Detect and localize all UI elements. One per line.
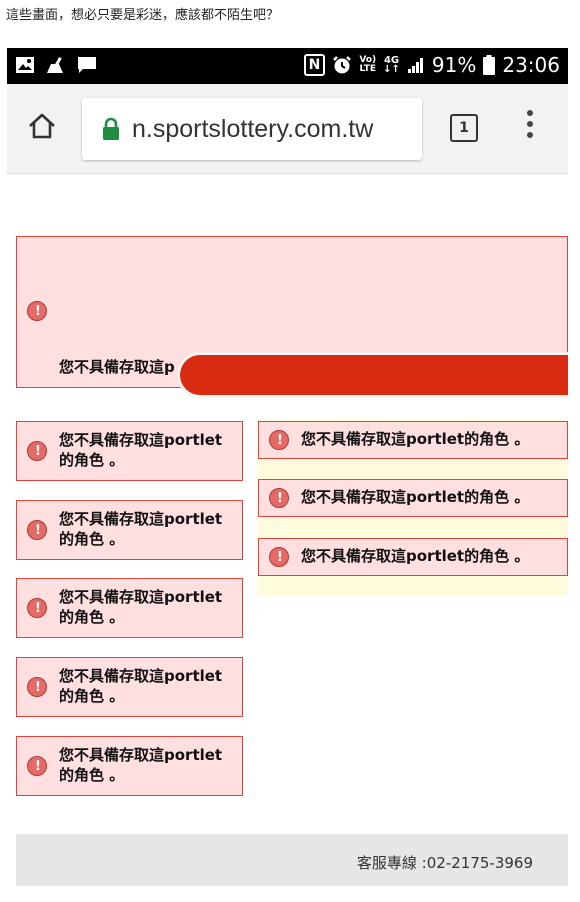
error-message: 您不具備存取這p <box>59 358 175 376</box>
error-message: 您不具備存取這portlet的角色 。 <box>59 588 223 626</box>
error-box-left-5: 您不具備存取這portlet的角色 。 <box>16 736 243 796</box>
gallery-icon <box>16 57 34 73</box>
error-box-right-2: 您不具備存取這portlet的角色 。 <box>258 479 568 517</box>
url-text: n.sportslottery.com.tw <box>132 114 374 143</box>
battery-icon <box>483 55 496 75</box>
error-message: 您不具備存取這portlet的角色 。 <box>301 547 530 565</box>
error-box-right-3: 您不具備存取這portlet的角色 。 <box>258 538 568 576</box>
overflow-menu-icon[interactable] <box>527 110 533 143</box>
page-footer: 客服專線 :02-2175-3969 <box>16 834 568 886</box>
address-bar[interactable]: n.sportslottery.com.tw <box>82 98 422 160</box>
error-icon <box>269 430 290 451</box>
error-message: 您不具備存取這portlet的角色 。 <box>59 431 223 469</box>
broom-icon <box>47 57 63 73</box>
error-icon <box>27 677 48 698</box>
network-indicator: 4G ↓↑ <box>383 55 400 75</box>
nfc-icon: N <box>303 54 326 76</box>
red-banner <box>180 355 568 395</box>
alarm-icon <box>333 56 352 74</box>
volte-indicator: Vo) LTE <box>359 55 377 74</box>
error-message: 您不具備存取這portlet的角色 。 <box>59 746 223 784</box>
post-caption: 這些畫面，想必只要是彩迷，應該都不陌生吧？ <box>6 8 280 23</box>
lock-icon <box>103 117 119 140</box>
error-message: 您不具備存取這portlet的角色 。 <box>59 510 223 548</box>
browser-toolbar: n.sportslottery.com.tw 1 <box>7 84 568 174</box>
home-icon[interactable] <box>27 112 57 140</box>
error-box-left-1: 您不具備存取這portlet的角色 。 <box>16 421 243 481</box>
error-icon <box>269 488 290 509</box>
error-box-right-1: 您不具備存取這portlet的角色 。 <box>258 421 568 459</box>
error-icon <box>27 441 48 462</box>
error-box-left-2: 您不具備存取這portlet的角色 。 <box>16 500 243 560</box>
error-box-left-3: 您不具備存取這portlet的角色 。 <box>16 578 243 638</box>
customer-service-hotline: 客服專線 :02-2175-3969 <box>356 854 533 872</box>
error-icon <box>27 598 48 619</box>
error-box-left-4: 您不具備存取這portlet的角色 。 <box>16 657 243 717</box>
error-icon <box>27 756 48 777</box>
phone-screenshot: N Vo) LTE 4G ↓↑ 91% 23:06 n.sportslottery.… <box>7 48 568 902</box>
error-message: 您不具備存取這portlet的角色 。 <box>301 488 530 506</box>
error-icon <box>27 301 48 322</box>
error-icon <box>269 547 290 568</box>
status-bar: N Vo) LTE 4G ↓↑ 91% 23:06 <box>7 48 568 84</box>
message-icon <box>78 57 96 73</box>
error-icon <box>27 520 48 541</box>
battery-percent: 91% <box>431 53 477 77</box>
error-message: 您不具備存取這portlet的角色 。 <box>59 667 223 705</box>
signal-icon <box>407 58 423 73</box>
error-message: 您不具備存取這portlet的角色 。 <box>301 430 530 448</box>
tab-switcher-button[interactable]: 1 <box>450 114 478 142</box>
clock: 23:06 <box>502 53 560 77</box>
